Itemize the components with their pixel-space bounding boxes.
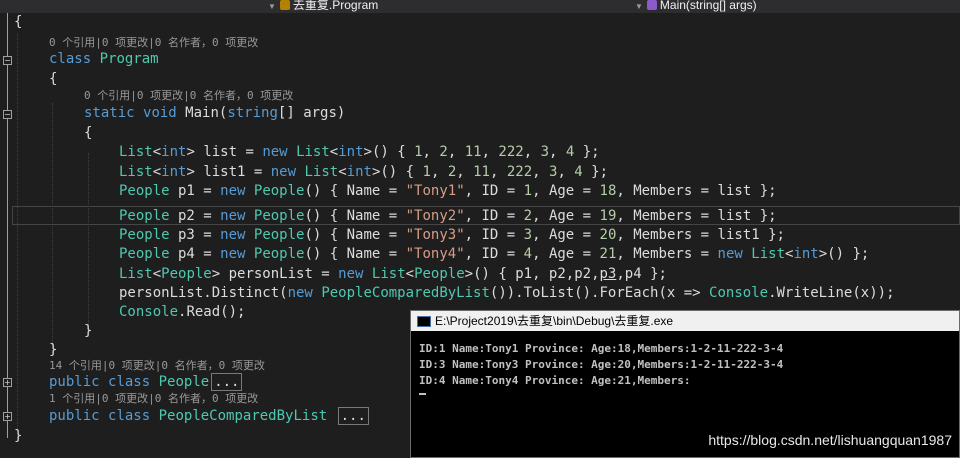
- code-line: static void Main(string[] args): [84, 105, 346, 121]
- collapsed-region-button[interactable]: ...: [211, 373, 243, 391]
- method-icon: [646, 0, 657, 10]
- console-cursor: [419, 393, 426, 395]
- code-line: }: [84, 323, 93, 339]
- indent-guide: [17, 33, 18, 438]
- console-line: ID:4 Name:Tony4 Province: Age:21,Members…: [419, 374, 691, 387]
- code-line: List<int> list1 = new List<int>() { 1, 2…: [119, 164, 609, 180]
- code-line: {: [49, 71, 58, 87]
- code-line: People p1 = new People() { Name = "Tony1…: [119, 183, 777, 199]
- collapse-icon[interactable]: −: [3, 56, 12, 65]
- code-line: {: [84, 125, 93, 141]
- watermark: https://blog.csdn.net/lishuangquan1987: [708, 432, 952, 448]
- collapsed-region-button[interactable]: ...: [337, 407, 369, 425]
- expand-icon[interactable]: +: [3, 412, 12, 421]
- codelens-references[interactable]: 0 个引用|0 项更改|0 名作者，0 项更改: [84, 88, 293, 104]
- class-icon: [279, 0, 290, 10]
- code-line: public class PeopleComparedByList ...: [49, 407, 369, 426]
- console-output: ID:1 Name:Tony1 Province: Age:18,Members…: [411, 331, 959, 395]
- console-line: ID:3 Name:Tony3 Province: Age:20,Members…: [419, 358, 784, 371]
- code-line: People p3 = new People() { Name = "Tony3…: [119, 227, 785, 243]
- chevron-down-icon: ▼: [635, 2, 643, 11]
- code-line: List<People> personList = new List<Peopl…: [119, 266, 667, 282]
- codelens-references[interactable]: 1 个引用|0 项更改|0 名作者，0 项更改: [49, 391, 258, 407]
- member-selector-dropdown[interactable]: ▼ Main(string[] args): [635, 0, 757, 13]
- code-line: public class People...: [49, 373, 243, 392]
- indent-guide: [88, 153, 89, 333]
- codelens-references[interactable]: 0 个引用|0 项更改|0 名作者，0 项更改: [49, 35, 258, 51]
- member-selector-label: Main(string[] args): [659, 0, 757, 12]
- code-line: class Program: [49, 51, 159, 67]
- code-line: }: [14, 428, 23, 444]
- code-line: personList.Distinct(new PeopleComparedBy…: [119, 285, 895, 301]
- console-title: E:\Project2019\去重复\bin\Debug\去重复.exe: [435, 314, 674, 328]
- chevron-down-icon: ▼: [268, 2, 276, 11]
- code-line: {: [14, 14, 23, 30]
- code-line: Console.Read();: [119, 304, 246, 320]
- code-line: People p2 = new People() { Name = "Tony2…: [119, 208, 777, 224]
- console-icon: [417, 316, 431, 327]
- console-line: ID:1 Name:Tony1 Province: Age:18,Members…: [419, 342, 784, 355]
- class-selector-label: 去重复.Program: [292, 0, 379, 12]
- collapse-icon[interactable]: −: [3, 110, 12, 119]
- class-selector-dropdown[interactable]: ▼ 去重复.Program: [268, 0, 378, 13]
- navigation-bar: ▼ 去重复.Program ▼ Main(string[] args): [0, 0, 960, 13]
- code-line: List<int> list = new List<int>() { 1, 2,…: [119, 144, 600, 160]
- fold-region-line: [7, 13, 8, 438]
- codelens-references[interactable]: 14 个引用|0 项更改|0 名作者，0 项更改: [49, 358, 265, 374]
- expand-icon[interactable]: +: [3, 378, 12, 387]
- console-title-bar[interactable]: E:\Project2019\去重复\bin\Debug\去重复.exe: [411, 311, 959, 331]
- indent-guide: [52, 103, 53, 353]
- code-line: People p4 = new People() { Name = "Tony4…: [119, 246, 870, 262]
